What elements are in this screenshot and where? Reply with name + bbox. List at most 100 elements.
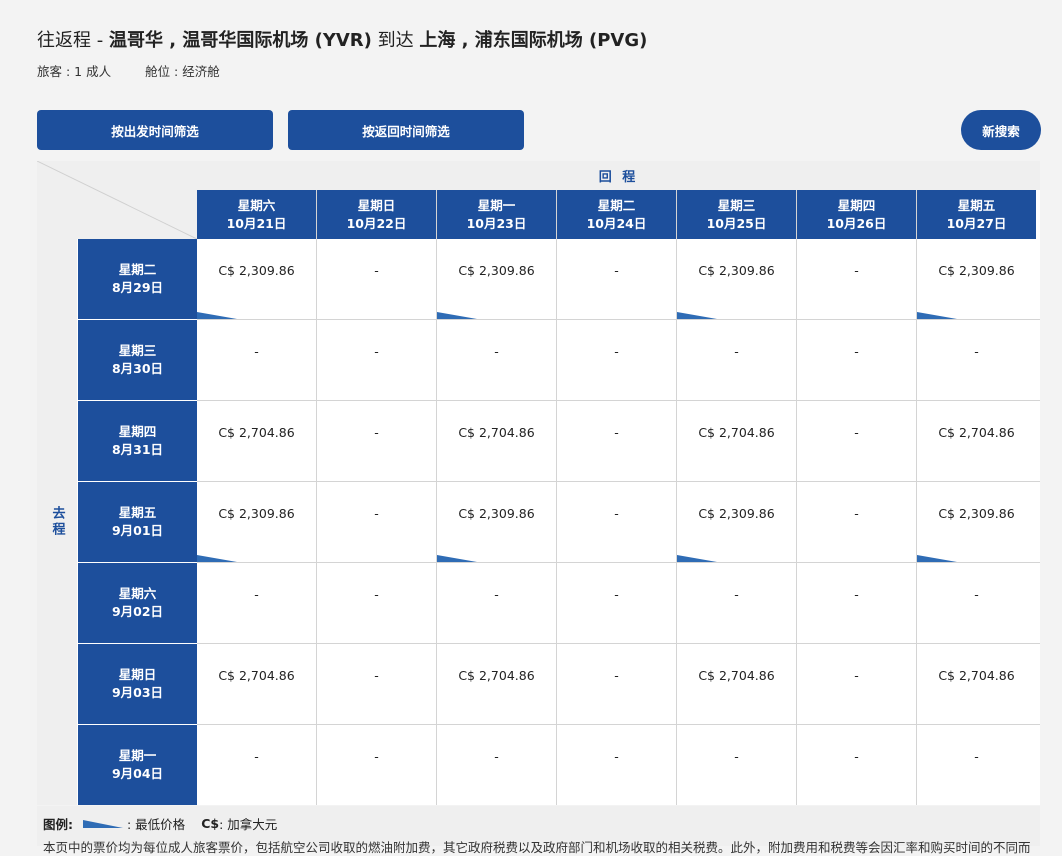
fare-cell[interactable]: C$ 2,704.86 xyxy=(677,644,796,724)
return-weekday: 星期一 xyxy=(477,197,516,213)
fare-cell[interactable]: C$ 2,309.86 xyxy=(677,482,796,562)
fare-price: - xyxy=(854,425,859,440)
fare-note: 本页中的票价均为每位成人旅客票价，包括航空公司收取的燃油附加费，其它政府税费以及… xyxy=(43,840,1031,855)
return-date: 10月22日 xyxy=(346,215,407,231)
fare-cell: - xyxy=(797,401,916,481)
fare-price: - xyxy=(614,587,619,602)
fare-cell[interactable]: C$ 2,704.86 xyxy=(197,644,316,724)
legend-lowest-price: : 最低价格 xyxy=(127,817,186,832)
fare-price: - xyxy=(854,263,859,278)
fare-price: C$ 2,309.86 xyxy=(938,263,1015,278)
fare-price: - xyxy=(374,587,379,602)
grid-divider xyxy=(676,190,677,805)
outbound-date-header[interactable]: 星期日 9月03日 xyxy=(78,644,197,724)
fare-price: - xyxy=(734,749,739,764)
outbound-date-header[interactable]: 星期六 9月02日 xyxy=(78,563,197,643)
fare-cell[interactable]: C$ 2,309.86 xyxy=(917,239,1036,319)
fare-cell: - xyxy=(197,320,316,400)
outbound-date-header[interactable]: 星期五 9月01日 xyxy=(78,482,197,562)
fare-price: - xyxy=(854,344,859,359)
fare-price: - xyxy=(254,344,259,359)
return-weekday: 星期五 xyxy=(957,197,996,213)
lowest-price-marker-icon xyxy=(917,555,957,562)
return-weekday: 星期六 xyxy=(237,197,276,213)
return-date-header[interactable]: 星期一 10月23日 xyxy=(437,190,556,239)
fare-price: C$ 2,704.86 xyxy=(218,668,295,683)
fare-price: - xyxy=(734,344,739,359)
fare-cell[interactable]: C$ 2,704.86 xyxy=(437,644,556,724)
fare-price: C$ 2,704.86 xyxy=(698,668,775,683)
fare-price: C$ 2,704.86 xyxy=(458,668,535,683)
fare-cell[interactable]: C$ 2,704.86 xyxy=(917,644,1036,724)
filter-outbound-button[interactable]: 按出发时间筛选 xyxy=(37,110,273,150)
fare-cell: - xyxy=(317,320,436,400)
fare-price: - xyxy=(494,587,499,602)
fare-cell[interactable]: C$ 2,704.86 xyxy=(437,401,556,481)
grid-divider xyxy=(197,643,1040,644)
grid-divider xyxy=(197,400,1040,401)
new-search-button[interactable]: 新搜索 xyxy=(961,110,1041,150)
return-weekday: 星期三 xyxy=(717,197,756,213)
outbound-weekday: 星期六 xyxy=(118,586,157,601)
fare-price: C$ 2,309.86 xyxy=(218,263,295,278)
fare-price: - xyxy=(854,587,859,602)
lowest-price-marker-icon xyxy=(197,555,237,562)
return-date-header[interactable]: 星期四 10月26日 xyxy=(797,190,916,239)
page-title: 往返程 - 温哥华 , 温哥华国际机场 (YVR) 到达 上海 , 浦东国际机场… xyxy=(37,26,647,52)
outbound-weekday: 星期五 xyxy=(118,505,157,520)
fare-price: C$ 2,704.86 xyxy=(938,425,1015,440)
legend: 图例: : 最低价格 C$ : 加拿大元 本页中的票价均为每位成人旅客票价，包括… xyxy=(37,806,1040,855)
return-date-header[interactable]: 星期二 10月24日 xyxy=(557,190,676,239)
outbound-date-header[interactable]: 星期一 9月04日 xyxy=(78,725,197,805)
fare-cell: - xyxy=(557,563,676,643)
fare-price: - xyxy=(254,587,259,602)
return-date: 10月24日 xyxy=(586,215,647,231)
trip-type: 往返程 - xyxy=(37,30,109,51)
fare-price: C$ 2,704.86 xyxy=(938,668,1015,683)
return-date-header[interactable]: 星期五 10月27日 xyxy=(917,190,1036,239)
fare-cell: - xyxy=(317,644,436,724)
return-date: 10月21日 xyxy=(226,215,287,231)
fare-cell: - xyxy=(797,320,916,400)
grid-divider xyxy=(556,190,557,805)
fare-cell[interactable]: C$ 2,309.86 xyxy=(437,239,556,319)
fare-cell[interactable]: C$ 2,704.86 xyxy=(917,401,1036,481)
fare-cell[interactable]: C$ 2,309.86 xyxy=(917,482,1036,562)
fare-cell: - xyxy=(797,482,916,562)
outbound-date-header[interactable]: 星期二 8月29日 xyxy=(78,239,197,319)
fare-cell[interactable]: C$ 2,309.86 xyxy=(437,482,556,562)
lowest-price-marker-icon xyxy=(917,312,957,319)
fare-cell: - xyxy=(557,401,676,481)
fare-cell: - xyxy=(557,644,676,724)
return-weekday: 星期二 xyxy=(597,197,636,213)
outbound-date: 9月02日 xyxy=(111,604,164,619)
outbound-date: 8月30日 xyxy=(111,361,164,376)
fare-cell[interactable]: C$ 2,309.86 xyxy=(197,239,316,319)
fare-price: - xyxy=(854,668,859,683)
fare-price: - xyxy=(374,506,379,521)
outbound-weekday: 星期二 xyxy=(118,262,157,277)
fare-price: - xyxy=(614,506,619,521)
fare-cell[interactable]: C$ 2,704.86 xyxy=(677,401,796,481)
fare-cell: - xyxy=(437,320,556,400)
outbound-date-header[interactable]: 星期四 8月31日 xyxy=(78,401,197,481)
return-date-header[interactable]: 星期六 10月21日 xyxy=(197,190,316,239)
passenger-count: 旅客 : 1 成人 xyxy=(37,64,112,79)
filter-return-button[interactable]: 按返回时间筛选 xyxy=(288,110,524,150)
outbound-date: 9月03日 xyxy=(111,685,164,700)
fare-cell: - xyxy=(797,644,916,724)
lowest-price-marker-icon xyxy=(677,312,717,319)
fare-price: C$ 2,309.86 xyxy=(458,506,535,521)
fare-cell[interactable]: C$ 2,309.86 xyxy=(197,482,316,562)
fare-cell[interactable]: C$ 2,309.86 xyxy=(677,239,796,319)
fare-price: - xyxy=(974,587,979,602)
return-date: 10月26日 xyxy=(826,215,887,231)
return-date-header[interactable]: 星期三 10月25日 xyxy=(677,190,796,239)
fare-cell[interactable]: C$ 2,704.86 xyxy=(197,401,316,481)
return-date-header[interactable]: 星期日 10月22日 xyxy=(317,190,436,239)
fare-price: - xyxy=(494,344,499,359)
grid-divider xyxy=(197,481,1040,482)
fare-price: - xyxy=(614,263,619,278)
outbound-date-header[interactable]: 星期三 8月30日 xyxy=(78,320,197,400)
outbound-weekday: 星期日 xyxy=(118,667,157,682)
